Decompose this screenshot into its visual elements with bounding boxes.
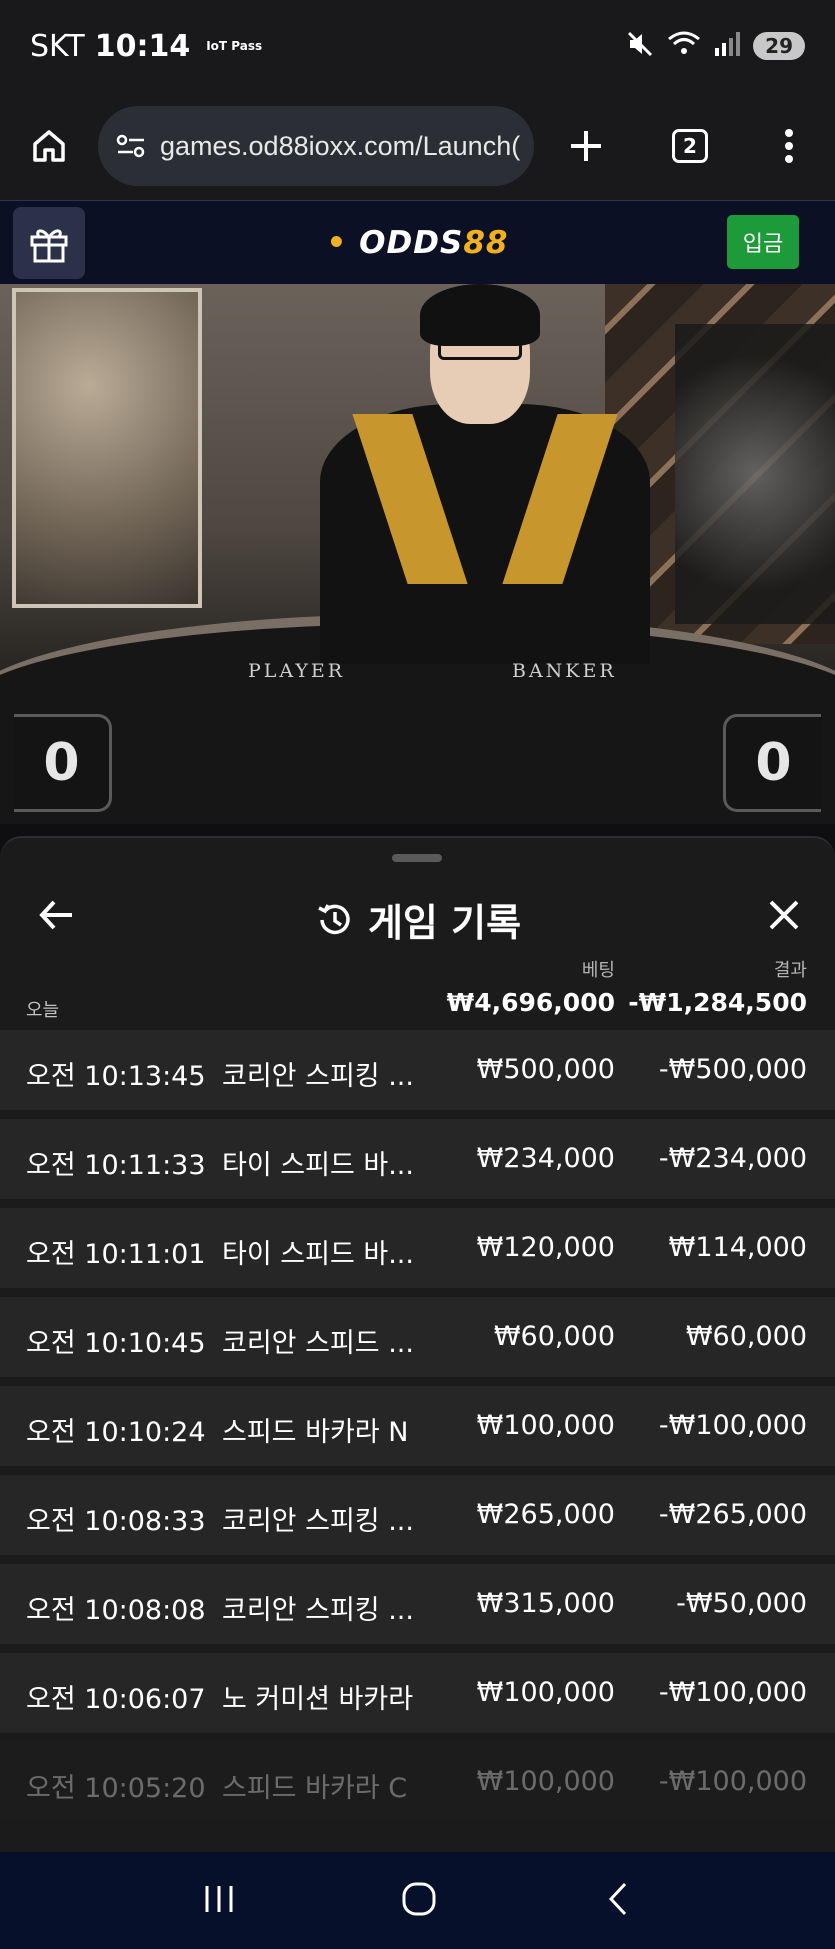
wifi-icon [667, 29, 701, 63]
row-result: -₩100,000 [658, 1766, 807, 1797]
history-list: 오전 10:13:45 코리안 스피킹 ... ₩500,000 -₩500,0… [0, 1030, 835, 1831]
sheet-header: 게임 기록 [0, 878, 835, 958]
close-icon [769, 900, 799, 930]
url-text: games.od88ioxx.com/Launch( [160, 130, 521, 161]
row-game: 코리안 스피킹 ... [222, 1061, 414, 1092]
row-result: -₩100,000 [658, 1410, 807, 1441]
banker-score: 0 [723, 714, 821, 812]
row-bet: ₩120,000 [476, 1232, 615, 1263]
row-bet: ₩265,000 [476, 1499, 615, 1530]
row-time: 오전 10:10:24 [26, 1417, 206, 1448]
row-game: 스피드 바카라 N [222, 1417, 409, 1448]
today-summary: 오늘 ₩4,696,000 -₩1,284,500 [0, 986, 835, 1028]
browser-toolbar: games.od88ioxx.com/Launch( 2 [0, 92, 835, 200]
row-game: 코리안 스피킹 ... [222, 1506, 414, 1537]
home-icon [33, 130, 65, 162]
history-row[interactable]: 오전 10:05:20 스피드 바카라 C ₩100,000 -₩100,000 [0, 1742, 835, 1822]
live-dealer-video[interactable]: PLAYER BANKER 0 0 [0, 284, 835, 824]
row-result: -₩234,000 [658, 1143, 807, 1174]
battery-indicator: 29 [753, 32, 805, 60]
row-bet: ₩500,000 [476, 1054, 615, 1085]
row-result: -₩100,000 [658, 1677, 807, 1708]
banker-table-label: BANKER [512, 660, 617, 682]
home-nav-icon [402, 1882, 436, 1915]
address-bar[interactable]: games.od88ioxx.com/Launch( [98, 106, 534, 186]
site-header: • ODDS88 입금 [0, 200, 835, 284]
recent-apps-icon [205, 1885, 233, 1912]
row-result: ₩114,000 [668, 1232, 807, 1263]
home-button[interactable] [0, 127, 98, 165]
row-result: -₩50,000 [676, 1588, 807, 1619]
sheet-drag-handle[interactable] [392, 854, 442, 862]
today-result-total: -₩1,284,500 [628, 988, 807, 1017]
recent-apps-button[interactable] [202, 1882, 236, 1920]
bet-column-header: 베팅 [581, 960, 615, 981]
row-result: -₩265,000 [658, 1499, 807, 1530]
game-history-sheet: 게임 기록 베팅 결과 오늘 ₩4,696,000 -₩1,284,500 오전… [0, 836, 835, 1856]
system-nav-bar [0, 1852, 835, 1949]
row-game: 타이 스피드 바... [222, 1239, 414, 1270]
player-score: 0 [14, 714, 112, 812]
today-bet-total: ₩4,696,000 [446, 988, 615, 1017]
player-table-label: PLAYER [248, 660, 346, 682]
dealer [320, 284, 650, 664]
row-game: 스피드 바카라 C [222, 1773, 408, 1804]
history-row[interactable]: 오전 10:11:33 타이 스피드 바... ₩234,000 -₩234,0… [0, 1119, 835, 1199]
back-nav-button[interactable] [603, 1880, 633, 1922]
sheet-title: 게임 기록 [367, 901, 522, 945]
iot-pass-icon: IoT Pass [206, 39, 263, 53]
clock: 10:14 [94, 28, 191, 64]
row-time: 오전 10:13:45 [26, 1061, 206, 1092]
new-tab-button[interactable] [534, 128, 638, 164]
history-row[interactable]: 오전 10:11:01 타이 스피드 바... ₩120,000 ₩114,00… [0, 1208, 835, 1288]
history-row[interactable]: 오전 10:08:33 코리안 스피킹 ... ₩265,000 -₩265,0… [0, 1475, 835, 1555]
row-time: 오전 10:06:07 [26, 1684, 206, 1715]
row-game: 코리안 스피드 ... [222, 1328, 414, 1359]
row-bet: ₩234,000 [476, 1143, 615, 1174]
row-bet: ₩315,000 [476, 1588, 615, 1619]
row-time: 오전 10:11:01 [26, 1239, 206, 1270]
site-info-icon[interactable] [116, 133, 146, 159]
today-label: 오늘 [26, 1000, 60, 1021]
more-menu-button[interactable] [742, 128, 835, 164]
history-row[interactable]: 오전 10:08:08 코리안 스피킹 ... ₩315,000 -₩50,00… [0, 1564, 835, 1644]
row-bet: ₩100,000 [476, 1766, 615, 1797]
history-icon [318, 903, 350, 934]
history-row[interactable]: 오전 10:10:24 스피드 바카라 N ₩100,000 -₩100,000 [0, 1386, 835, 1466]
result-column-header: 결과 [773, 960, 807, 981]
row-game: 타이 스피드 바... [222, 1150, 414, 1181]
row-bet: ₩60,000 [493, 1321, 615, 1352]
row-time: 오전 10:10:45 [26, 1328, 206, 1359]
row-game: 코리안 스피킹 ... [222, 1595, 414, 1626]
row-bet: ₩100,000 [476, 1410, 615, 1441]
plus-icon [571, 131, 601, 161]
history-row[interactable]: 오전 10:13:45 코리안 스피킹 ... ₩500,000 -₩500,0… [0, 1030, 835, 1110]
home-nav-button[interactable] [400, 1880, 438, 1922]
row-game: 노 커미션 바카라 [222, 1684, 414, 1715]
signal-icon [713, 30, 741, 62]
mute-icon [625, 29, 655, 63]
close-button[interactable] [767, 898, 801, 936]
row-time: 오전 10:08:08 [26, 1595, 206, 1626]
status-bar: SKT 10:14 IoT Pass 29 [0, 0, 835, 92]
site-logo[interactable]: • ODDS88 [0, 225, 835, 261]
tabs-button[interactable]: 2 [638, 129, 742, 163]
back-nav-icon [608, 1882, 626, 1915]
more-icon [784, 129, 793, 163]
row-bet: ₩100,000 [476, 1677, 615, 1708]
row-time: 오전 10:05:20 [26, 1773, 206, 1804]
history-row[interactable]: 오전 10:06:07 노 커미션 바카라 ₩100,000 -₩100,000 [0, 1653, 835, 1733]
row-time: 오전 10:08:33 [26, 1506, 206, 1537]
history-row[interactable]: 오전 10:10:45 코리안 스피드 ... ₩60,000 ₩60,000 [0, 1297, 835, 1377]
carrier-label: SKT [30, 28, 85, 64]
deposit-button[interactable]: 입금 [727, 215, 799, 269]
row-result: -₩500,000 [658, 1054, 807, 1085]
row-result: ₩60,000 [685, 1321, 807, 1352]
tabs-icon: 2 [672, 129, 708, 163]
row-time: 오전 10:11:33 [26, 1150, 206, 1181]
